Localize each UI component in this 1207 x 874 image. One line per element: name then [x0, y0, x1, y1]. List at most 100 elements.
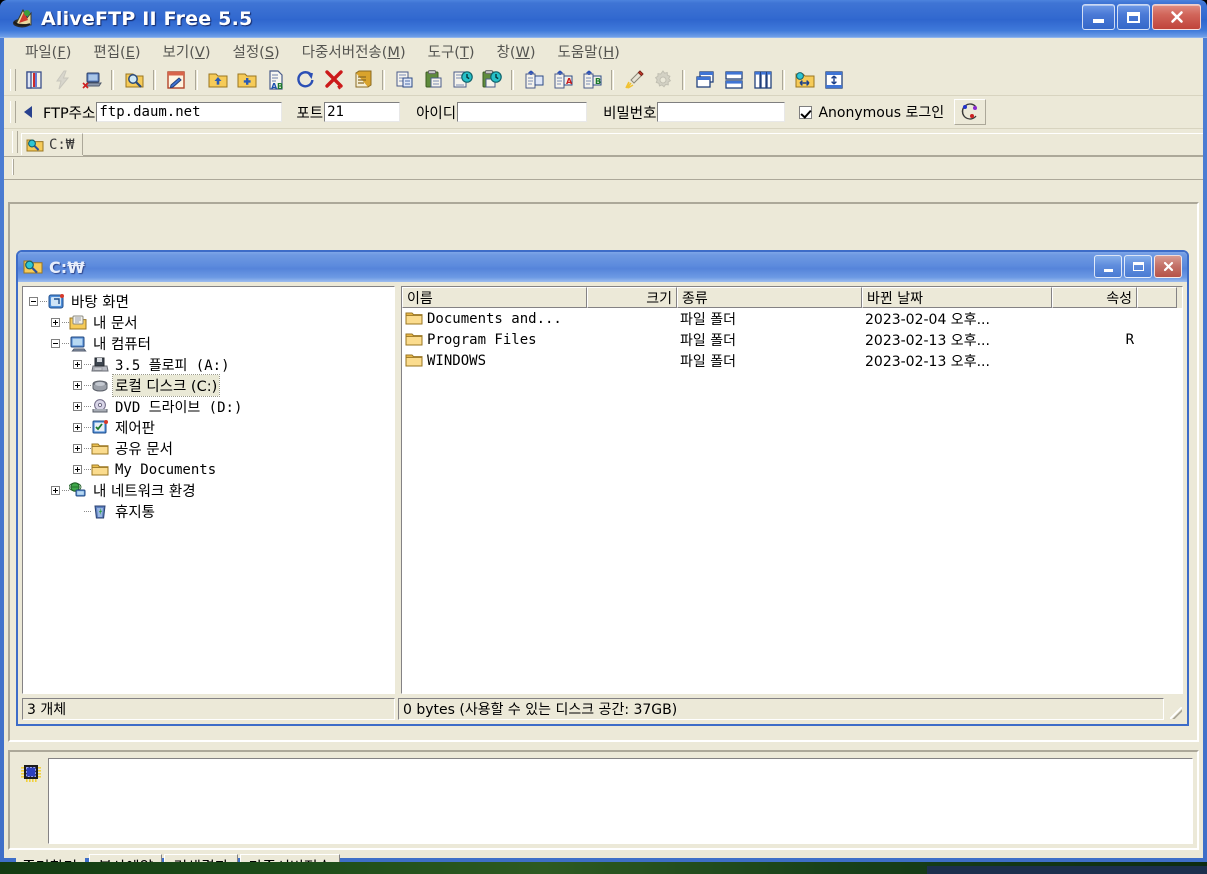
tree-toggle-icon[interactable] — [51, 318, 60, 327]
tree-toggle-icon[interactable] — [51, 339, 60, 348]
tree-toggle-icon[interactable] — [29, 297, 38, 306]
schedule-paste-button[interactable] — [478, 67, 505, 93]
tile-horizontal-button[interactable] — [720, 67, 747, 93]
addressbar-grip[interactable] — [10, 101, 16, 123]
anonymous-login-checkbox[interactable]: Anonymous 로그인 — [799, 102, 944, 122]
tree-connector — [62, 489, 69, 492]
column-header-modified[interactable]: 바뀐 날짜 — [862, 287, 1052, 308]
menu-file[interactable]: 파일(F) — [14, 39, 82, 64]
search-folder-button[interactable] — [120, 67, 147, 93]
split-view-button[interactable] — [820, 67, 847, 93]
tree-toggle-icon[interactable] — [73, 381, 82, 390]
tree-connector — [62, 321, 69, 324]
menu-window[interactable]: 창(W) — [485, 39, 546, 64]
schedule-copy-button[interactable] — [449, 67, 476, 93]
log-textarea[interactable] — [48, 758, 1193, 844]
tree-item-local-disk-c[interactable]: 로컬 디스크 (C:) — [29, 374, 394, 397]
log-panel — [8, 750, 1199, 850]
folder-tree[interactable]: 바탕 화면 내 문서 내 컴퓨터 3.5 플로피 (A:) 로컬 디스크 (C:… — [22, 286, 395, 694]
menu-settings[interactable]: 설정(S) — [221, 39, 290, 64]
tree-toggle-icon[interactable] — [73, 444, 82, 453]
tree-item-desktop[interactable]: 바탕 화면 — [29, 291, 394, 312]
table-row[interactable]: WINDOWS 파일 폴더 2023-02-13 오후... — [402, 350, 1182, 371]
tree-toggle-icon[interactable] — [51, 486, 60, 495]
file-list[interactable]: 이름 크기 종류 바뀐 날짜 속성 Documents and... 파일 폴더… — [401, 286, 1183, 694]
child-minimize-button[interactable] — [1094, 255, 1122, 278]
site-transfer-button[interactable] — [791, 67, 818, 93]
mdi-tab-local-c[interactable]: C:₩ — [21, 133, 84, 155]
new-folder-button[interactable] — [233, 67, 260, 93]
tile-vertical-button[interactable] — [749, 67, 776, 93]
menu-view[interactable]: 보기(V) — [152, 39, 222, 64]
address-book-button[interactable] — [20, 67, 47, 93]
tree-item-floppy-a[interactable]: 3.5 플로피 (A:) — [29, 354, 394, 375]
ftp-id-input[interactable] — [457, 102, 588, 122]
tree-item-my-computer[interactable]: 내 컴퓨터 — [29, 333, 394, 354]
delete-button[interactable] — [320, 67, 347, 93]
rename-button[interactable]: A B — [262, 67, 289, 93]
menu-multiserver-post: ) — [399, 44, 406, 61]
column-header-extra[interactable] — [1137, 287, 1177, 308]
tree-toggle-icon[interactable] — [73, 360, 82, 369]
cascade-windows-button[interactable] — [691, 67, 718, 93]
tree-item-recycle-bin[interactable]: 휴지통 — [29, 501, 394, 522]
menu-tools[interactable]: 도구(T) — [417, 39, 486, 64]
disconnect-button[interactable] — [78, 67, 105, 93]
quick-connect-button[interactable] — [49, 67, 76, 93]
options-button[interactable] — [649, 67, 676, 93]
tree-item-shared-documents[interactable]: 공유 문서 — [29, 438, 394, 459]
tree-item-label: 3.5 플로피 (A:) — [115, 357, 230, 374]
column-header-type[interactable]: 종류 — [677, 287, 862, 308]
upload-auto-button[interactable]: B — [578, 67, 605, 93]
parent-folder-button[interactable] — [204, 67, 231, 93]
refresh-button[interactable] — [291, 67, 318, 93]
connect-button[interactable] — [954, 99, 987, 125]
menu-file-post: ) — [65, 44, 72, 61]
left-arrow-icon[interactable] — [19, 101, 36, 123]
menu-help[interactable]: 도움말(H) — [547, 39, 631, 64]
tree-item-network-places[interactable]: 내 네트워크 환경 — [29, 480, 394, 501]
paste-button[interactable] — [420, 67, 447, 93]
tree-toggle-icon[interactable] — [73, 423, 82, 432]
tree-item-control-panel[interactable]: 제어판 — [29, 417, 394, 438]
main-toolbar: A B A B — [4, 64, 1203, 96]
menu-multiserver[interactable]: 다중서버전송(M) — [291, 39, 417, 64]
menu-edit[interactable]: 편집(E) — [82, 39, 151, 64]
table-row[interactable]: Program Files 파일 폴더 2023-02-13 오후... R — [402, 329, 1182, 350]
network-places-icon — [69, 482, 86, 497]
tree-toggle-icon[interactable] — [73, 402, 82, 411]
column-header-attr[interactable]: 속성 — [1052, 287, 1137, 308]
ftp-id-label: 아이디 — [416, 105, 457, 122]
edit-note-button[interactable] — [162, 67, 189, 93]
maximize-button[interactable] — [1117, 4, 1150, 30]
window-client-area: 파일(F) 편집(E) 보기(V) 설정(S) 다중서버전송(M) 도구(T) … — [4, 38, 1203, 874]
child-maximize-button[interactable] — [1124, 255, 1152, 278]
menu-tools-key: T — [459, 44, 469, 61]
toolbar-grip[interactable] — [10, 68, 16, 91]
toolbar-separator — [611, 69, 614, 90]
child-close-button[interactable] — [1154, 255, 1182, 278]
ftp-host-input[interactable] — [96, 102, 283, 122]
ftp-port-input[interactable] — [324, 102, 401, 122]
minimize-button[interactable] — [1082, 4, 1115, 30]
properties-button[interactable] — [349, 67, 376, 93]
resize-grip-icon[interactable] — [1167, 698, 1183, 720]
tree-item-my-documents[interactable]: 내 문서 — [29, 312, 394, 333]
ftp-password-input[interactable] — [657, 102, 786, 122]
clear-log-button[interactable] — [620, 67, 647, 93]
upload-binary-button[interactable] — [520, 67, 547, 93]
copy-button[interactable] — [391, 67, 418, 93]
menu-file-key: F — [57, 44, 66, 61]
upload-ascii-button[interactable]: A — [549, 67, 576, 93]
paste-clipboard-icon — [425, 69, 441, 87]
tree-toggle-icon[interactable] — [73, 465, 82, 474]
table-row[interactable]: Documents and... 파일 폴더 2023-02-04 오후... — [402, 308, 1182, 329]
close-icon — [1163, 261, 1173, 272]
close-button[interactable] — [1152, 4, 1201, 30]
tree-item-dvd-drive-d[interactable]: DVD 드라이브 (D:) — [29, 396, 394, 417]
tree-item-my-documents-folder[interactable]: My Documents — [29, 459, 394, 480]
column-header-size[interactable]: 크기 — [587, 287, 677, 308]
column-header-name[interactable]: 이름 — [402, 287, 587, 308]
tabstrip-grip[interactable] — [12, 131, 18, 153]
cell-name: Program Files — [402, 332, 587, 348]
